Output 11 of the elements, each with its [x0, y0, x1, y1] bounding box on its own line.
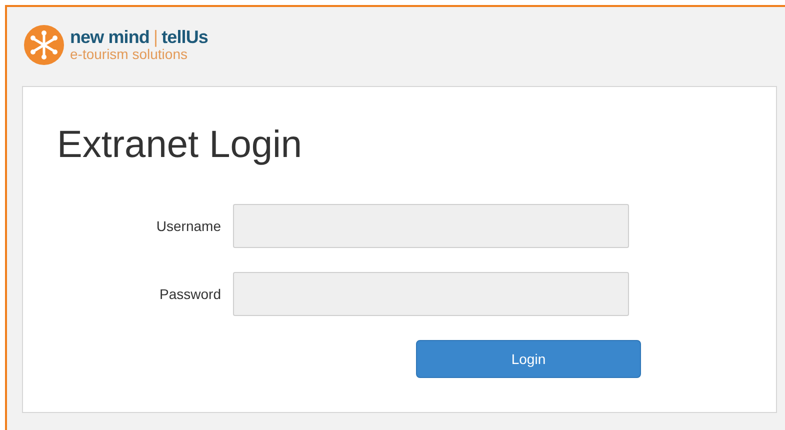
logo-icon	[24, 24, 64, 64]
login-title: Extranet Login	[57, 123, 304, 168]
logo-separator: |	[153, 28, 158, 46]
logo-tagline: e-tourism solutions	[70, 47, 188, 61]
field-label: Password	[158, 284, 222, 304]
input-field[interactable]	[233, 272, 629, 316]
field-label: Username	[155, 216, 222, 236]
product-name: tellUs	[162, 28, 208, 46]
input-field[interactable]	[233, 204, 629, 248]
brand-name: new mind	[70, 28, 150, 46]
login-button[interactable]: Login	[416, 340, 641, 378]
